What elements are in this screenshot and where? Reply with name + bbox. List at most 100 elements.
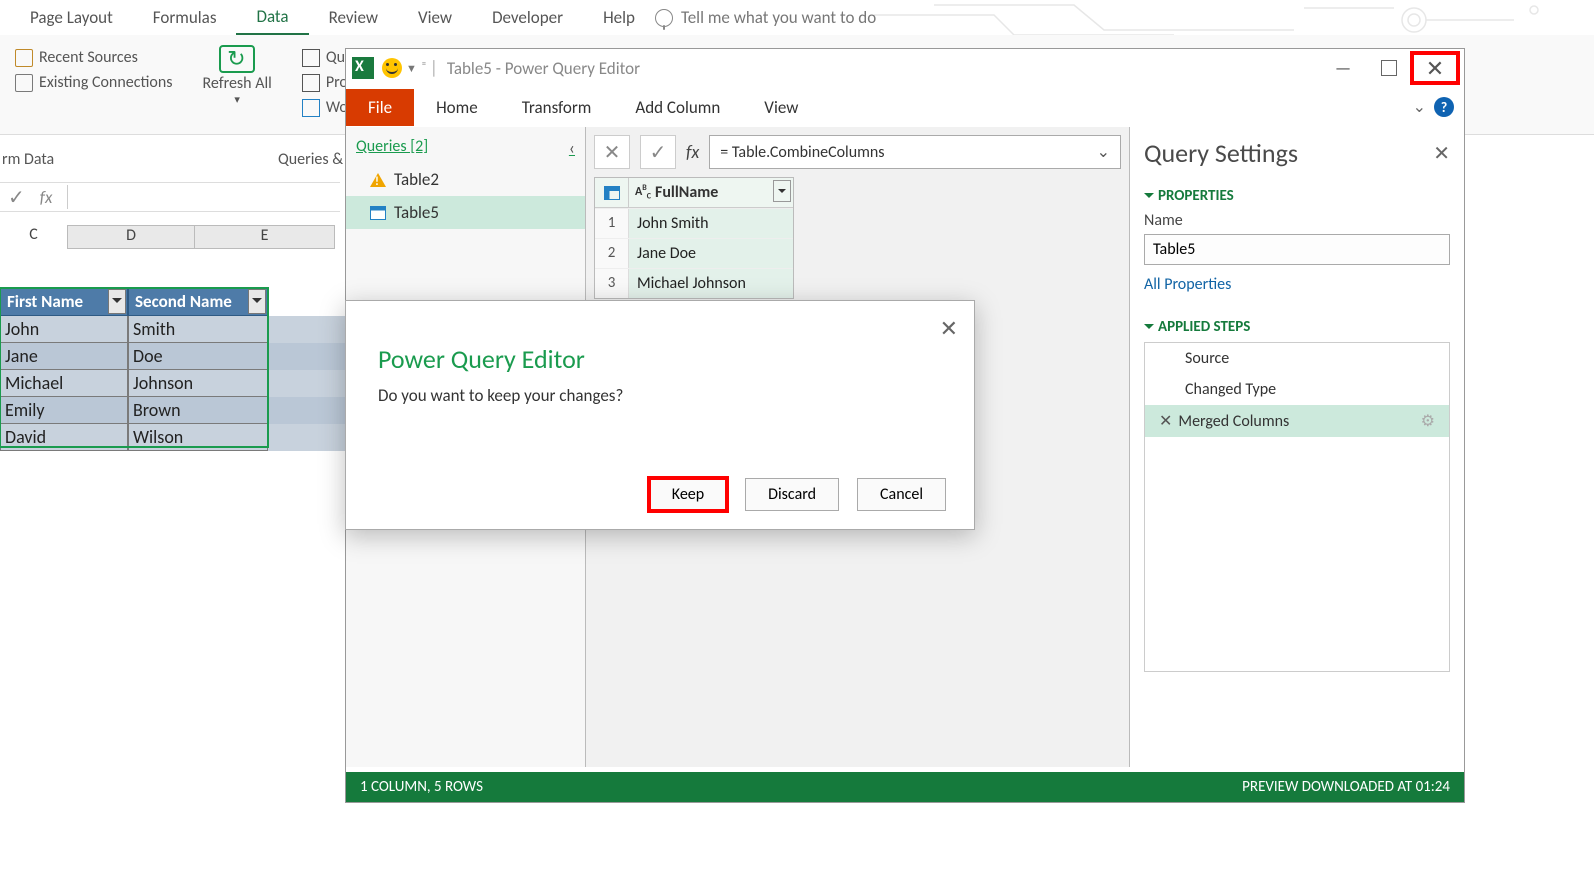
table-row[interactable]: JohnSmith bbox=[0, 316, 345, 343]
ribbon-tab-page-layout[interactable]: Page Layout bbox=[10, 1, 133, 34]
step-merged-columns[interactable]: ✕Merged Columns ⚙ bbox=[1145, 405, 1449, 437]
confirm-formula-button[interactable]: ✓ bbox=[640, 135, 676, 169]
ribbon-tab-help[interactable]: Help bbox=[583, 1, 655, 34]
preview-row[interactable]: 1John Smith bbox=[595, 208, 793, 238]
cell[interactable]: Smith bbox=[128, 316, 268, 343]
filter-dropdown-icon[interactable] bbox=[248, 289, 266, 314]
cell[interactable]: Johnson bbox=[128, 370, 268, 397]
col-header-c[interactable]: C bbox=[0, 225, 67, 249]
table-icon bbox=[604, 186, 620, 200]
properties-section[interactable]: PROPERTIES bbox=[1144, 187, 1450, 205]
existing-connections-button[interactable]: Existing Connections bbox=[15, 70, 172, 95]
query-name-input[interactable] bbox=[1144, 234, 1450, 265]
collapse-ribbon-icon[interactable]: ⌄ bbox=[1413, 97, 1426, 117]
col-header-e[interactable]: E bbox=[195, 225, 335, 249]
cancel-button[interactable]: Cancel bbox=[857, 478, 946, 511]
pq-tab-view[interactable]: View bbox=[742, 89, 820, 126]
help-icon[interactable]: ? bbox=[1434, 97, 1454, 117]
cell[interactable]: John Smith bbox=[629, 209, 793, 238]
table-header-first-name[interactable]: First Name bbox=[0, 287, 128, 316]
recent-sources-button[interactable]: Recent Sources bbox=[15, 45, 172, 70]
formula-confirm-icon[interactable]: ✓ bbox=[8, 185, 25, 210]
keep-button[interactable]: Keep bbox=[649, 478, 727, 511]
ribbon-tab-formulas[interactable]: Formulas bbox=[133, 1, 237, 34]
cell[interactable]: David bbox=[0, 424, 128, 451]
column-dropdown-icon[interactable] bbox=[773, 180, 791, 202]
query-item-table5[interactable]: Table5 bbox=[346, 196, 585, 229]
cell[interactable]: Michael bbox=[0, 370, 128, 397]
status-bar: 1 COLUMN, 5 ROWS PREVIEW DOWNLOADED AT 0… bbox=[346, 772, 1464, 802]
excel-app-icon bbox=[352, 57, 374, 79]
table-row[interactable]: MichaelJohnson bbox=[0, 370, 345, 397]
cell[interactable]: Michael Johnson bbox=[629, 269, 793, 298]
cell[interactable]: Doe bbox=[128, 343, 268, 370]
formula-bar[interactable]: = Table.CombineColumns ⌄ bbox=[709, 135, 1121, 169]
select-all-corner[interactable] bbox=[595, 178, 629, 207]
dialog-message: Do you want to keep your changes? bbox=[346, 385, 974, 406]
pq-titlebar: ▼ ⁼ │ Table5 - Power Query Editor — ✕ bbox=[346, 49, 1464, 87]
table-row[interactable]: EmilyBrown bbox=[0, 397, 345, 424]
cell[interactable]: John bbox=[0, 316, 128, 343]
dialog-close-button[interactable]: ✕ bbox=[940, 315, 958, 342]
warning-icon bbox=[370, 165, 386, 187]
collapse-pane-icon[interactable]: ‹ bbox=[569, 137, 575, 159]
refresh-icon bbox=[219, 45, 255, 73]
row-index: 2 bbox=[595, 239, 629, 268]
ribbon-tab-developer[interactable]: Developer bbox=[472, 1, 583, 34]
window-title: Table5 - Power Query Editor bbox=[447, 58, 640, 79]
refresh-all-button[interactable]: Refresh All ▾ bbox=[187, 35, 286, 116]
all-properties-link[interactable]: All Properties bbox=[1144, 275, 1450, 294]
ribbon-tab-view[interactable]: View bbox=[398, 1, 472, 34]
query-settings-title: Query Settings bbox=[1144, 137, 1298, 169]
ribbon-tab-review[interactable]: Review bbox=[309, 1, 398, 34]
close-settings-icon[interactable]: ✕ bbox=[1433, 141, 1450, 166]
status-right: PREVIEW DOWNLOADED AT 01:24 bbox=[1242, 778, 1450, 796]
step-changed-type[interactable]: Changed Type bbox=[1145, 374, 1449, 405]
row-index: 1 bbox=[595, 209, 629, 238]
column-header-fullname[interactable]: ABC FullName bbox=[629, 178, 793, 207]
fx-icon[interactable]: fx bbox=[40, 187, 53, 208]
pq-tab-add-column[interactable]: Add Column bbox=[613, 89, 742, 126]
text-type-icon: ABC bbox=[635, 183, 651, 201]
table-header-second-name[interactable]: Second Name bbox=[128, 287, 268, 316]
query-item-table2[interactable]: Table2 bbox=[346, 163, 585, 196]
status-left: 1 COLUMN, 5 ROWS bbox=[360, 778, 483, 796]
ribbon-tab-data[interactable]: Data bbox=[236, 0, 308, 35]
preview-row[interactable]: 3Michael Johnson bbox=[595, 268, 793, 298]
excel-ribbon: Page Layout Formulas Data Review View De… bbox=[0, 0, 1594, 35]
discard-button[interactable]: Discard bbox=[745, 478, 839, 511]
feedback-smile-icon[interactable] bbox=[382, 58, 402, 78]
close-button[interactable]: ✕ bbox=[1412, 53, 1458, 83]
cancel-formula-button[interactable]: ✕ bbox=[594, 135, 630, 169]
cell[interactable]: Jane Doe bbox=[629, 239, 793, 268]
col-header-d[interactable]: D bbox=[67, 225, 195, 249]
chevron-down-icon bbox=[1144, 324, 1154, 334]
pq-tab-home[interactable]: Home bbox=[414, 89, 500, 126]
chevron-down-icon bbox=[1144, 193, 1154, 203]
row-index: 3 bbox=[595, 269, 629, 298]
queries-pane-title[interactable]: Queries [2] ‹ bbox=[346, 133, 585, 163]
preview-row[interactable]: 2Jane Doe bbox=[595, 238, 793, 268]
tell-me-search[interactable]: Tell me what you want to do bbox=[655, 7, 876, 28]
table-row[interactable]: DavidWilson bbox=[0, 424, 345, 451]
filter-dropdown-icon[interactable] bbox=[108, 289, 126, 314]
maximize-button[interactable] bbox=[1366, 53, 1412, 83]
formula-bar-row: ✓ fx bbox=[0, 182, 340, 212]
cell[interactable]: Emily bbox=[0, 397, 128, 424]
cell[interactable]: Brown bbox=[128, 397, 268, 424]
table-row[interactable]: JaneDoe bbox=[0, 343, 345, 370]
gear-icon[interactable]: ⚙ bbox=[1421, 411, 1435, 431]
fx-icon: fx bbox=[686, 141, 699, 163]
delete-step-icon[interactable]: ✕ bbox=[1159, 412, 1178, 431]
quick-access-dropdown-icon[interactable]: ▼ bbox=[406, 62, 417, 75]
ribbon-group-label-queries: Queries & bbox=[278, 150, 343, 169]
pq-tab-transform[interactable]: Transform bbox=[500, 89, 614, 126]
expand-formula-icon[interactable]: ⌄ bbox=[1097, 142, 1110, 162]
separator: │ bbox=[429, 59, 439, 78]
applied-steps-section[interactable]: APPLIED STEPS bbox=[1144, 318, 1450, 336]
pq-tab-file[interactable]: File bbox=[346, 89, 414, 126]
cell[interactable]: Wilson bbox=[128, 424, 268, 451]
minimize-button[interactable]: — bbox=[1320, 53, 1366, 83]
cell[interactable]: Jane bbox=[0, 343, 128, 370]
step-source[interactable]: Source bbox=[1145, 343, 1449, 374]
